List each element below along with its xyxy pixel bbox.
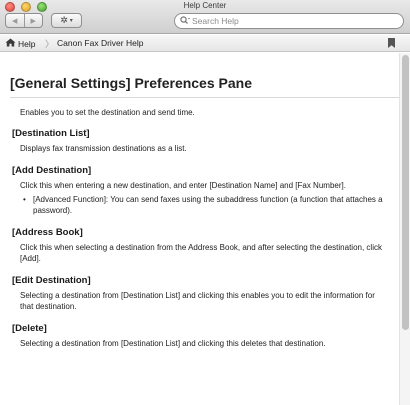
breadcrumb-home[interactable]: Help — [5, 38, 35, 49]
add-destination-bullets: [Advanced Function]: You can send faxes … — [23, 194, 389, 216]
help-content: [General Settings] Preferences Pane Enab… — [0, 53, 399, 405]
navigation-buttons: ◀ ▶ — [5, 13, 43, 28]
search-field[interactable] — [174, 13, 404, 29]
bookmark-icon[interactable] — [388, 38, 395, 48]
section-heading-destination-list: [Destination List] — [12, 128, 90, 139]
window-title: Help Center — [183, 1, 227, 10]
breadcrumb: Help 〉 Canon Fax Driver Help — [0, 35, 410, 52]
breadcrumb-home-label: Help — [18, 38, 36, 49]
section-heading-delete: [Delete] — [12, 323, 47, 334]
forward-button[interactable]: ▶ — [23, 14, 43, 27]
page-title: [General Settings] Preferences Pane — [10, 75, 399, 98]
forward-arrow-icon: ▶ — [30, 17, 36, 25]
help-center-window: Help Center ◀ ▶ ✲ ▾ Help 〉 — [0, 0, 410, 405]
action-menu-button[interactable]: ✲ ▾ — [51, 13, 82, 28]
breadcrumb-current[interactable]: Canon Fax Driver Help — [57, 38, 143, 48]
breadcrumb-separator-icon: 〉 — [45, 39, 55, 49]
search-input[interactable] — [192, 16, 382, 26]
section-text-edit-destination: Selecting a destination from [Destinatio… — [20, 291, 375, 311]
gear-icon: ✲ — [60, 15, 68, 25]
section-heading-address-book: [Address Book] — [12, 227, 83, 238]
title-bar: Help Center ◀ ▶ ✲ ▾ — [0, 0, 410, 34]
scrollbar-thumb[interactable] — [402, 55, 409, 330]
bullet-advanced-function: [Advanced Function]: You can send faxes … — [23, 194, 389, 216]
back-button[interactable]: ◀ — [6, 14, 24, 27]
vertical-scrollbar[interactable] — [399, 53, 410, 405]
home-icon — [5, 38, 16, 49]
section-text-add-destination: Click this when entering a new destinati… — [20, 181, 346, 190]
section-heading-add-destination: [Add Destination] — [12, 165, 92, 176]
section-text-destination-list: Displays fax transmission destinations a… — [20, 144, 187, 153]
back-arrow-icon: ◀ — [12, 17, 18, 25]
section-text-address-book: Click this when selecting a destination … — [20, 243, 382, 263]
section-text-delete: Selecting a destination from [Destinatio… — [20, 339, 326, 348]
section-heading-edit-destination: [Edit Destination] — [12, 275, 91, 286]
page-intro: Enables you to set the destination and s… — [20, 108, 195, 117]
search-icon — [180, 16, 190, 26]
chevron-down-icon: ▾ — [69, 18, 73, 24]
